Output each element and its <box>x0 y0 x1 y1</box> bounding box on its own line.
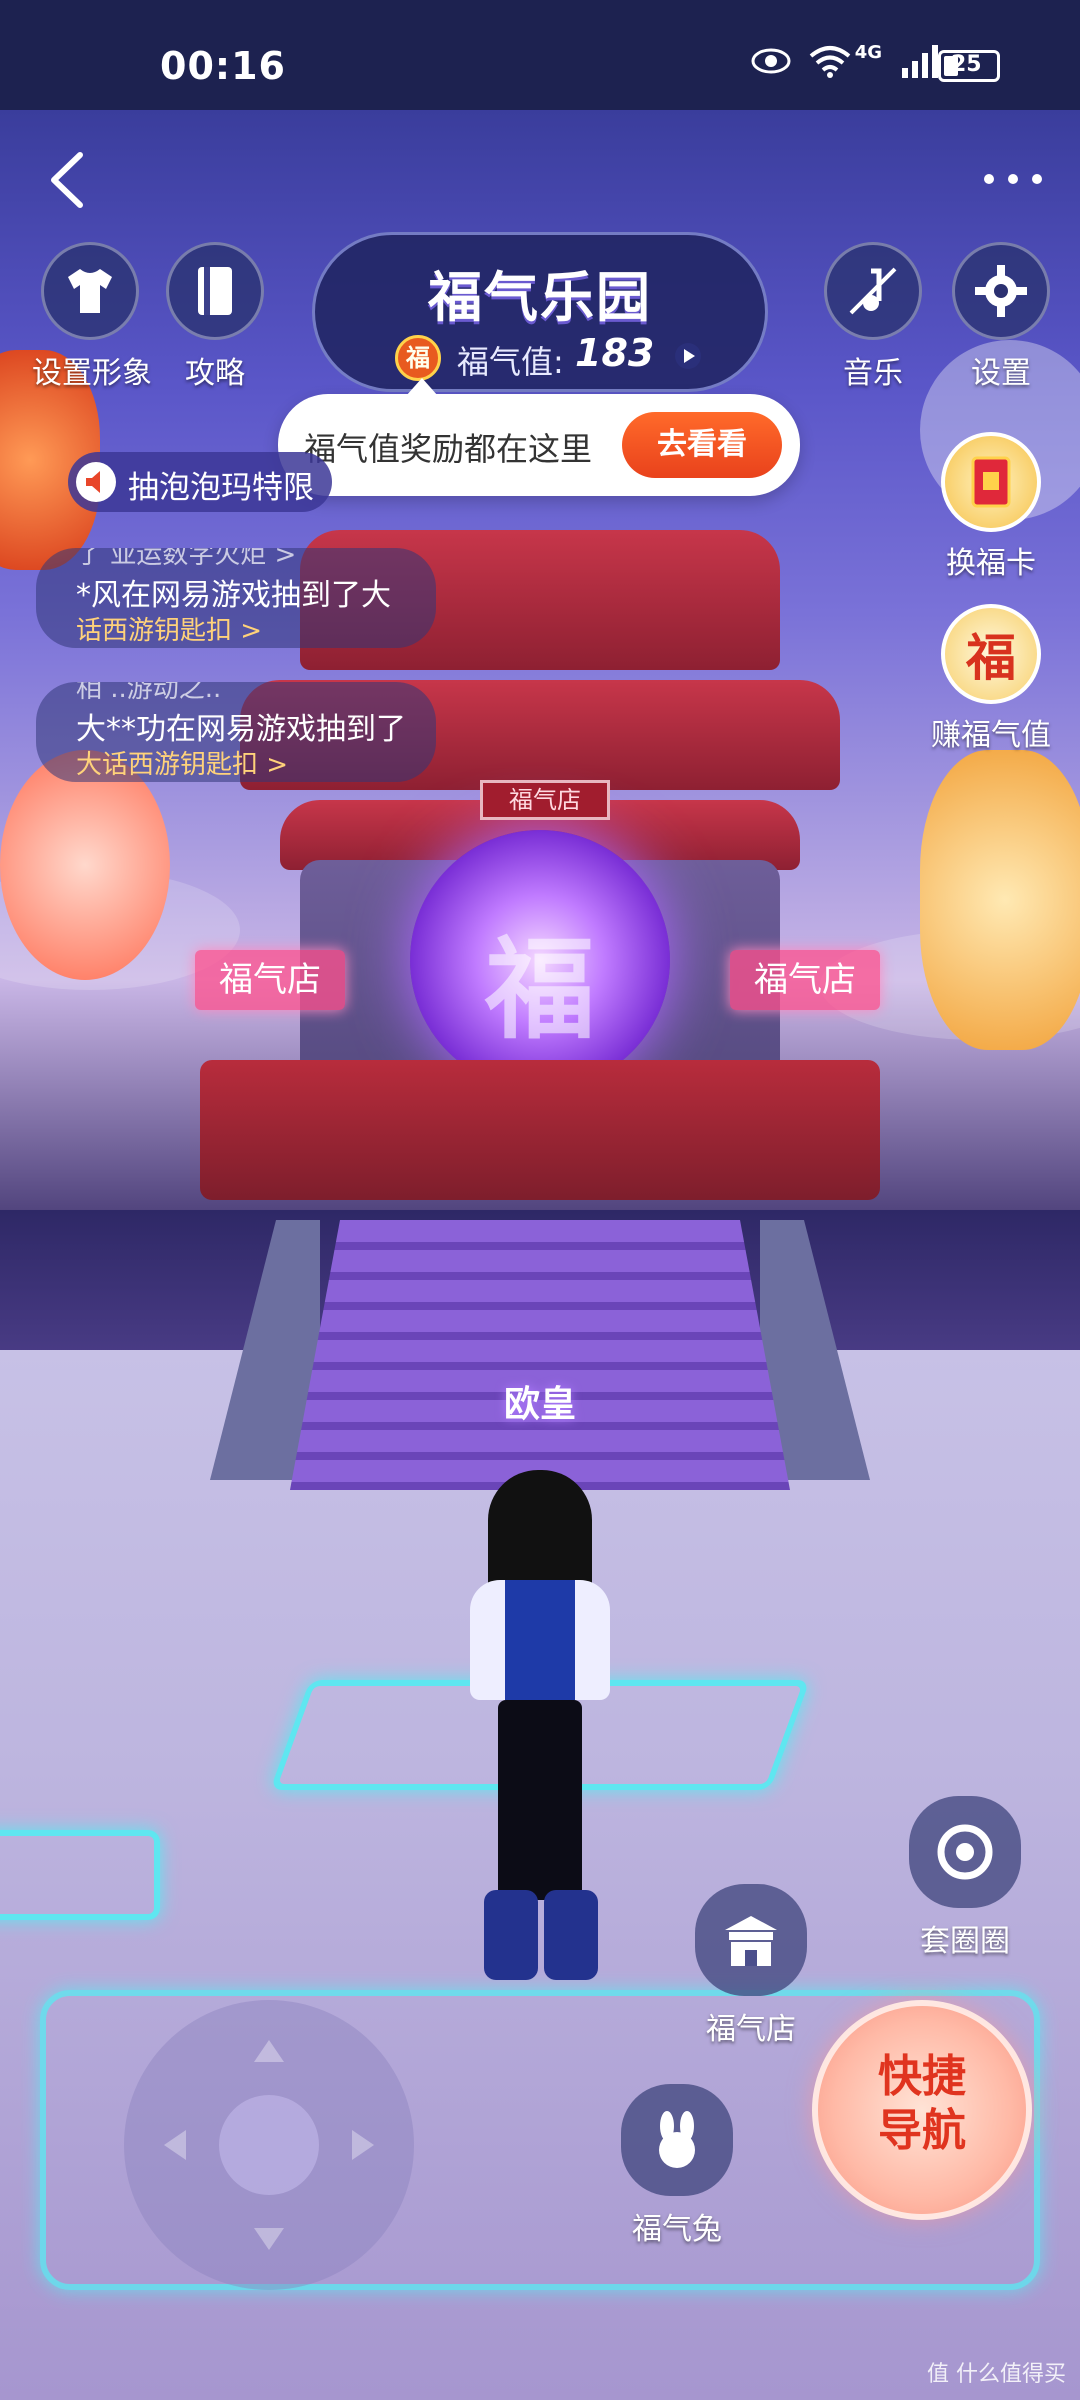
fuqi-shop-button[interactable]: 福气店 <box>676 1884 826 2048</box>
music-note-icon <box>849 267 897 315</box>
set-avatar-button[interactable]: 设置形象 <box>32 242 152 392</box>
music-label: 音乐 <box>843 356 903 391</box>
title-panel[interactable]: 福气乐园 福 福气值: 183 <box>312 232 768 392</box>
barrage-link-text[interactable]: 大话西游钥匙扣 > <box>76 744 288 781</box>
earn-fuqi-button[interactable]: 福 赚福气值 <box>916 604 1066 754</box>
stage-label: 欧皇 <box>503 1384 576 1425</box>
fuqi-rabbit-button[interactable]: 福气兔 <box>602 2084 752 2248</box>
fuqi-value: 183 <box>575 331 655 375</box>
temple-hall <box>200 1060 880 1200</box>
gear-icon <box>975 265 1027 317</box>
speaker-icon <box>76 462 116 502</box>
settings-label: 设置 <box>971 356 1031 391</box>
side-shop-sign-right: 福气店 <box>730 950 880 1010</box>
earn-fuqi-label: 赚福气值 <box>931 718 1051 753</box>
stairs <box>290 1220 790 1490</box>
fuqi-rabbit-label: 福气兔 <box>632 2212 722 2247</box>
go-see-button[interactable]: 去看看 <box>622 412 782 478</box>
settings-button[interactable]: 设置 <box>946 242 1056 392</box>
shop-sign: 福气店 <box>480 780 610 820</box>
rabbit-mascot-left <box>0 750 170 980</box>
status-icons: 4G <box>751 41 940 78</box>
fu-orb[interactable]: 福 <box>410 830 670 1090</box>
ring-target-icon <box>937 1824 993 1880</box>
page-title: 福气乐园 <box>428 266 652 329</box>
movement-joystick[interactable] <box>124 2000 414 2290</box>
floor-glow-line <box>0 1830 160 1920</box>
eye-icon <box>751 48 791 74</box>
rabbit-icon <box>659 2111 695 2168</box>
fu-coin-icon: 福 <box>395 335 441 381</box>
battery-icon: 25 <box>938 50 1000 82</box>
signal-icon <box>902 45 938 78</box>
status-time: 00:16 <box>160 44 286 88</box>
exchange-fu-card-button[interactable]: 换福卡 <box>916 432 1066 582</box>
ring-toss-label: 套圈圈 <box>920 1924 1010 1959</box>
book-icon <box>198 267 232 315</box>
ring-toss-button[interactable]: 套圈圈 <box>890 1796 1040 1960</box>
music-button[interactable]: 音乐 <box>818 242 928 392</box>
barrage-main-text: *风在网易游戏抽到了大 <box>76 578 391 613</box>
exchange-fu-card-label: 换福卡 <box>946 546 1036 581</box>
barrage-prev-text: 了 亚运数字火炬 > <box>76 548 297 570</box>
fu-coin-icon: 福 <box>966 629 1016 687</box>
more-dots-icon <box>984 174 994 184</box>
barrage-message[interactable]: 相 ..游动之.. 大**功在网易游戏抽到了 大话西游钥匙扣 > <box>36 682 436 782</box>
wifi-icon <box>809 46 850 78</box>
shop-icon <box>725 1916 777 1966</box>
watermark: 值 什么值得买 <box>927 2362 1066 2387</box>
fu-card-icon <box>971 456 1011 508</box>
player-avatar[interactable] <box>460 1470 620 1990</box>
barrage-link-text[interactable]: 话西游钥匙扣 > <box>76 610 262 647</box>
play-icon[interactable] <box>675 343 701 369</box>
shirt-icon <box>68 269 112 313</box>
status-bar: 00:16 4G 25 <box>0 0 1080 110</box>
barrage-prev-text: 相 ..游动之.. <box>76 682 222 704</box>
quick-nav-button[interactable]: 快捷 导航 <box>812 2000 1032 2220</box>
guide-button[interactable]: 攻略 <box>160 242 270 392</box>
orb-fu-char: 福 <box>485 926 595 1054</box>
fuqi-label: 福气值: <box>457 343 564 381</box>
guide-label: 攻略 <box>185 356 245 391</box>
more-button[interactable] <box>980 160 1050 200</box>
barrage-message[interactable]: 了 亚运数字火炬 > *风在网易游戏抽到了大 话西游钥匙扣 > <box>36 548 436 648</box>
battery-level-text: 25 <box>951 52 982 77</box>
rabbit-mascot-right <box>920 750 1080 1050</box>
announcement-banner[interactable]: 抽泡泡玛特限 <box>68 452 332 512</box>
side-shop-sign-left: 福气店 <box>195 950 345 1010</box>
announcement-text: 抽泡泡玛特限 <box>128 470 314 506</box>
barrage-main-text: 大**功在网易游戏抽到了 <box>76 712 406 747</box>
back-button[interactable] <box>40 145 100 215</box>
quick-nav-line1: 快捷 <box>878 2051 966 2102</box>
tooltip-text: 福气值奖励都在这里 <box>304 430 593 468</box>
set-avatar-label: 设置形象 <box>32 356 152 391</box>
fuqi-reward-tooltip: 福气值奖励都在这里 去看看 <box>278 378 800 496</box>
joystick-arrows-icon <box>164 2040 374 2250</box>
quick-nav-line2: 导航 <box>878 2105 966 2156</box>
fuqi-shop-label: 福气店 <box>706 2012 796 2047</box>
chevron-left-icon <box>51 152 83 208</box>
network-type: 4G <box>854 41 882 63</box>
